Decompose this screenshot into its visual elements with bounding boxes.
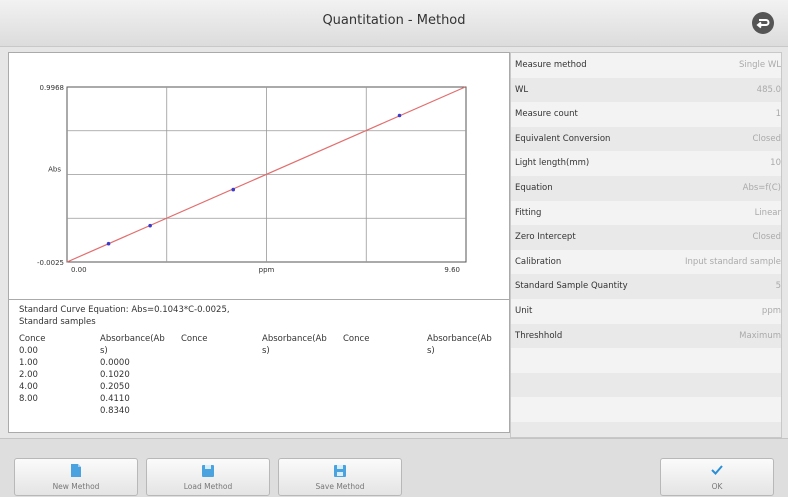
save-method-button[interactable]: Save Method	[278, 458, 402, 496]
table-cell: 4.00	[19, 382, 38, 392]
property-row[interactable]: Light length(mm) 10	[511, 151, 781, 176]
property-value: Maximum	[739, 330, 781, 341]
property-label: Calibration	[515, 256, 562, 267]
table-cell: Conce	[343, 334, 370, 344]
property-label: Threshhold	[515, 330, 563, 341]
property-row[interactable]	[511, 372, 781, 398]
curve-equation: Standard Curve Equation: Abs=0.1043*C-0.…	[19, 305, 230, 315]
table-cell: Conce	[19, 334, 46, 344]
table-cell: 8.00	[19, 394, 38, 404]
method-properties: Measure method Single WL WL 485.0 Measure co…	[510, 52, 782, 438]
new-method-button[interactable]: New Method	[14, 458, 138, 496]
standard-col-6: Absorbance(Ab s)	[427, 333, 492, 357]
return-icon	[756, 19, 770, 29]
property-row[interactable]	[511, 422, 781, 437]
property-row[interactable]: Threshhold Maximum	[511, 323, 781, 349]
table-cell: Absorbance(Ab	[427, 334, 492, 344]
property-value: Closed	[752, 133, 781, 144]
property-row[interactable]: Standard Sample Quantity 5	[511, 274, 781, 299]
property-value: Closed	[752, 232, 781, 243]
table-cell: s)	[262, 346, 270, 356]
property-value: Linear	[754, 207, 781, 218]
calibration-chart: 0.9968 -0.0025 0.00 9.60 ppm Abs	[8, 52, 510, 300]
table-cell: Absorbance(Ab	[262, 334, 327, 344]
standard-col-2: Absorbance(Ab s) 0.0000 0.1020 0.2050 0.…	[100, 333, 165, 417]
property-label: Equation	[515, 183, 553, 193]
window-title: Quantitation - Method	[322, 13, 466, 28]
ok-label: OK	[711, 482, 723, 491]
property-value: Single WL	[739, 60, 781, 70]
property-row[interactable]	[511, 397, 781, 422]
property-value: 485.0	[756, 84, 781, 95]
property-row[interactable]: Fitting Linear	[511, 201, 781, 226]
x-tick-label: 9.60	[444, 266, 460, 274]
property-row[interactable]	[511, 348, 781, 373]
ok-button[interactable]: OK	[660, 458, 774, 496]
y-tick-label: 0.9968	[40, 84, 65, 92]
check-icon	[711, 465, 723, 475]
table-cell: 0.00	[19, 346, 38, 356]
property-row[interactable]: Measure count 1	[511, 102, 781, 127]
save-method-label: Save Method	[315, 482, 365, 491]
save-icon	[334, 465, 346, 477]
table-cell: 0.8340	[100, 406, 130, 416]
new-file-icon	[71, 464, 81, 477]
table-cell: s)	[100, 346, 108, 356]
data-point	[397, 113, 402, 118]
property-row[interactable]: WL 485.0	[511, 77, 781, 103]
load-method-label: Load Method	[183, 482, 233, 491]
table-cell: 0.2050	[100, 382, 130, 392]
property-row[interactable]: Unit ppm	[511, 299, 781, 324]
table-cell: 0.4110	[100, 394, 130, 404]
table-cell: 2.00	[19, 370, 38, 380]
table-cell: Conce	[181, 334, 208, 344]
x-tick-label: 0.00	[71, 266, 87, 274]
property-value: 5	[775, 281, 781, 292]
standard-samples-title: Standard samples	[19, 317, 96, 327]
bottom-toolbar: New Method Load Method Save Method OK	[0, 438, 788, 497]
load-method-button[interactable]: Load Method	[146, 458, 270, 496]
back-button[interactable]	[752, 12, 774, 34]
x-axis-label: ppm	[259, 266, 275, 274]
property-row[interactable]: Equivalent Conversion Closed	[511, 126, 781, 152]
property-row[interactable]: Calibration Input standard sample	[511, 250, 781, 275]
property-row[interactable]: Zero Intercept Closed	[511, 225, 781, 250]
property-value: Input standard sample	[684, 256, 781, 267]
standard-col-1: Conce 0.00 1.00 2.00 4.00 8.00	[19, 333, 45, 405]
folder-icon	[202, 465, 214, 477]
table-cell: 0.1020	[100, 370, 130, 380]
property-label: Standard Sample Quantity	[515, 281, 628, 292]
data-point	[106, 241, 111, 246]
chart-canvas: 0.9968 -0.0025 0.00 9.60 ppm Abs	[37, 84, 467, 274]
property-value: 10	[770, 158, 781, 169]
property-value: Abs=f(C)	[742, 183, 781, 193]
property-value: 1	[775, 109, 781, 120]
table-cell: s)	[427, 346, 435, 356]
table-cell: 0.0000	[100, 358, 130, 368]
title-bar: Quantitation - Method	[0, 0, 788, 47]
standard-curve-results: Standard Curve Equation: Abs=0.1043*C-0.…	[8, 299, 510, 433]
table-cell: 1.00	[19, 358, 38, 368]
property-value: ppm	[761, 306, 781, 316]
property-row[interactable]: Measure method Single WL	[511, 53, 781, 78]
data-point	[148, 223, 152, 228]
property-label: Measure count	[515, 109, 578, 120]
table-cell: Absorbance(Ab	[100, 334, 165, 344]
y-axis-label: Abs	[48, 166, 61, 174]
standard-col-5: Conce	[343, 333, 369, 345]
property-label: WL	[515, 84, 529, 95]
standard-col-4: Absorbance(Ab s)	[262, 333, 327, 357]
property-row[interactable]: Equation Abs=f(C)	[511, 176, 781, 201]
property-label: Unit	[515, 306, 533, 316]
new-method-label: New Method	[52, 482, 100, 491]
property-label: Fitting	[515, 207, 542, 218]
property-label: Light length(mm)	[515, 158, 590, 169]
y-tick-label: -0.0025	[37, 259, 64, 267]
standard-col-3: Conce	[181, 333, 207, 345]
property-label: Equivalent Conversion	[515, 133, 611, 144]
property-label: Measure method	[515, 60, 587, 70]
property-label: Zero Intercept	[515, 232, 576, 243]
data-point	[231, 187, 236, 192]
